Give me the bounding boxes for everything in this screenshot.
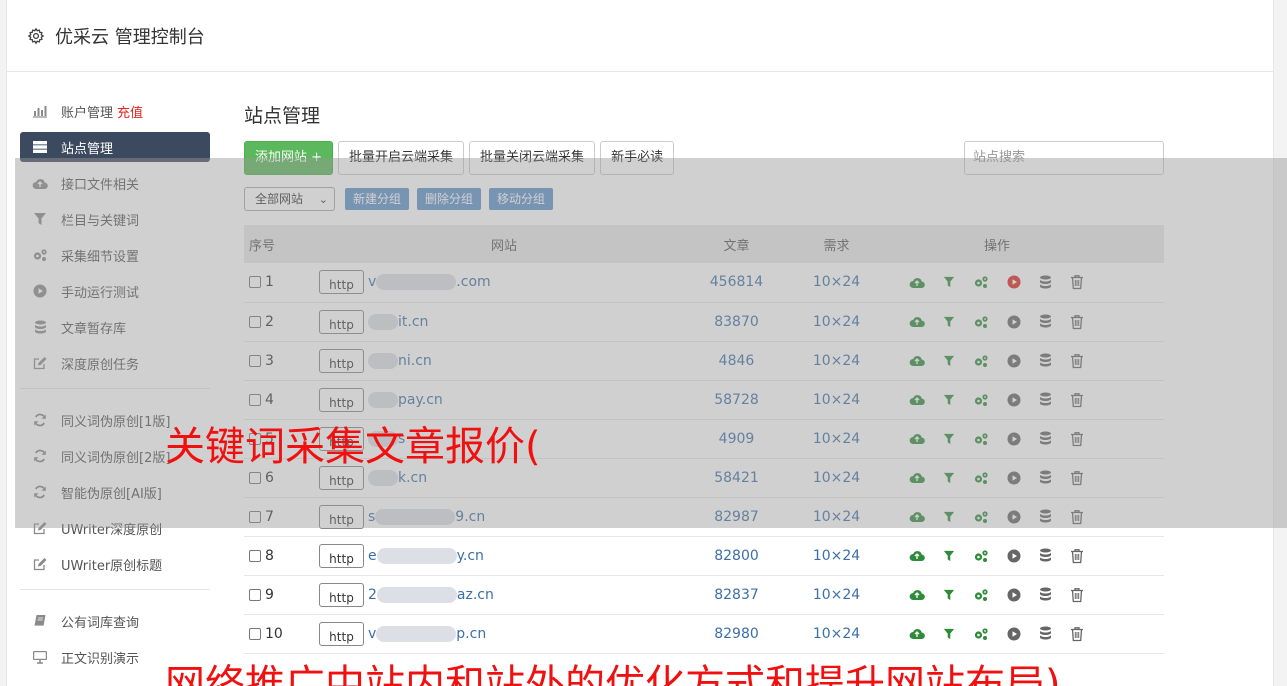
sidebar-item-label: 账户管理: [61, 105, 114, 121]
sidebar-item-label: 公有词库查询: [61, 615, 140, 631]
sidebar-item-label: 正文识别演示: [61, 651, 140, 667]
site-prefix: 2: [368, 586, 377, 603]
sidebar-item-items-0[interactable]: 账户管理 充值: [20, 96, 210, 126]
sidebar-item-items2-4[interactable]: UWriter原创标题: [20, 549, 210, 579]
row-actions: [889, 626, 1164, 642]
blurred-domain: [376, 625, 457, 642]
app-header: 优采云 管理控制台: [7, 0, 1273, 72]
row-checkbox[interactable]: [249, 627, 261, 640]
row-number: 10: [265, 625, 283, 642]
row-number-cell: 10: [244, 614, 319, 653]
article-count[interactable]: 82980: [689, 614, 784, 653]
row-number-cell: 9: [244, 575, 319, 614]
filter-icon[interactable]: [943, 550, 955, 562]
site-prefix: e: [368, 547, 377, 564]
gear-icon: [27, 27, 45, 44]
monitor-icon: [32, 649, 48, 665]
ops-cell: [889, 614, 1164, 653]
http-badge[interactable]: http: [319, 621, 364, 646]
site-cell: http v p.cn: [319, 614, 689, 653]
database-icon[interactable]: [1039, 626, 1052, 641]
row-actions: [889, 548, 1164, 564]
site-cell: http 2 az.cn: [319, 575, 689, 614]
section-title: 站点管理: [244, 105, 321, 127]
cloud-upload-icon[interactable]: [909, 549, 925, 562]
page-title: 优采云 管理控制台: [55, 26, 205, 48]
site-suffix[interactable]: p.cn: [456, 626, 486, 642]
row-checkbox[interactable]: [249, 588, 261, 601]
trash-icon[interactable]: [1070, 587, 1084, 603]
watermark-line-1: 关键词采集文章报价(: [165, 424, 541, 470]
play-icon[interactable]: [1007, 627, 1021, 641]
play-icon[interactable]: [1007, 549, 1021, 563]
table-row: 8 http e y.cn 82800 10×24: [244, 536, 1164, 575]
row-number-cell: 8: [244, 536, 319, 575]
article-count[interactable]: 82837: [689, 575, 784, 614]
server-icon: [32, 139, 48, 155]
table-row: 10 http v p.cn 82980 10×24: [244, 614, 1164, 653]
article-count[interactable]: 82800: [689, 536, 784, 575]
ops-cell: [889, 575, 1164, 614]
sidebar-item-items3-0[interactable]: 公有词库查询: [20, 606, 210, 636]
row-checkbox[interactable]: [249, 549, 261, 562]
demand-value[interactable]: 10×24: [784, 614, 889, 653]
database-icon[interactable]: [1039, 587, 1052, 602]
demand-value[interactable]: 10×24: [784, 575, 889, 614]
recharge-link[interactable]: 充值: [117, 102, 143, 121]
cogs-icon[interactable]: [973, 588, 989, 602]
filter-icon[interactable]: [943, 589, 955, 601]
edit-icon: [32, 556, 48, 572]
cloud-upload-icon[interactable]: [909, 588, 925, 601]
table-row: 9 http 2 az.cn 82837 10×24: [244, 575, 1164, 614]
blurred-domain: [376, 547, 457, 564]
sidebar-divider: [20, 589, 210, 590]
site-prefix: v: [368, 625, 377, 642]
book-icon: [32, 613, 48, 629]
filter-icon[interactable]: [943, 628, 955, 640]
gray-overlay: [15, 158, 1287, 528]
watermark-line-2: 网络推广中站内和站外的优化方式和提升网站布局): [165, 662, 1061, 686]
site-suffix[interactable]: y.cn: [457, 548, 484, 564]
http-badge[interactable]: http: [319, 582, 364, 607]
row-number: 9: [265, 586, 274, 603]
bar-chart-icon: [32, 103, 48, 119]
row-number: 8: [265, 547, 274, 564]
cogs-icon[interactable]: [973, 549, 989, 563]
sidebar-item-label: 站点管理: [61, 141, 114, 157]
sidebar-item-label: UWriter原创标题: [61, 558, 163, 574]
site-suffix[interactable]: az.cn: [457, 587, 494, 603]
play-icon[interactable]: [1007, 588, 1021, 602]
http-badge[interactable]: http: [319, 543, 364, 568]
demand-value[interactable]: 10×24: [784, 536, 889, 575]
site-cell: http e y.cn: [319, 536, 689, 575]
trash-icon[interactable]: [1070, 548, 1084, 564]
cloud-upload-icon[interactable]: [909, 627, 925, 640]
ops-cell: [889, 536, 1164, 575]
blurred-domain: [376, 586, 457, 603]
row-actions: [889, 587, 1164, 603]
trash-icon[interactable]: [1070, 626, 1084, 642]
cogs-icon[interactable]: [973, 627, 989, 641]
database-icon[interactable]: [1039, 548, 1052, 563]
